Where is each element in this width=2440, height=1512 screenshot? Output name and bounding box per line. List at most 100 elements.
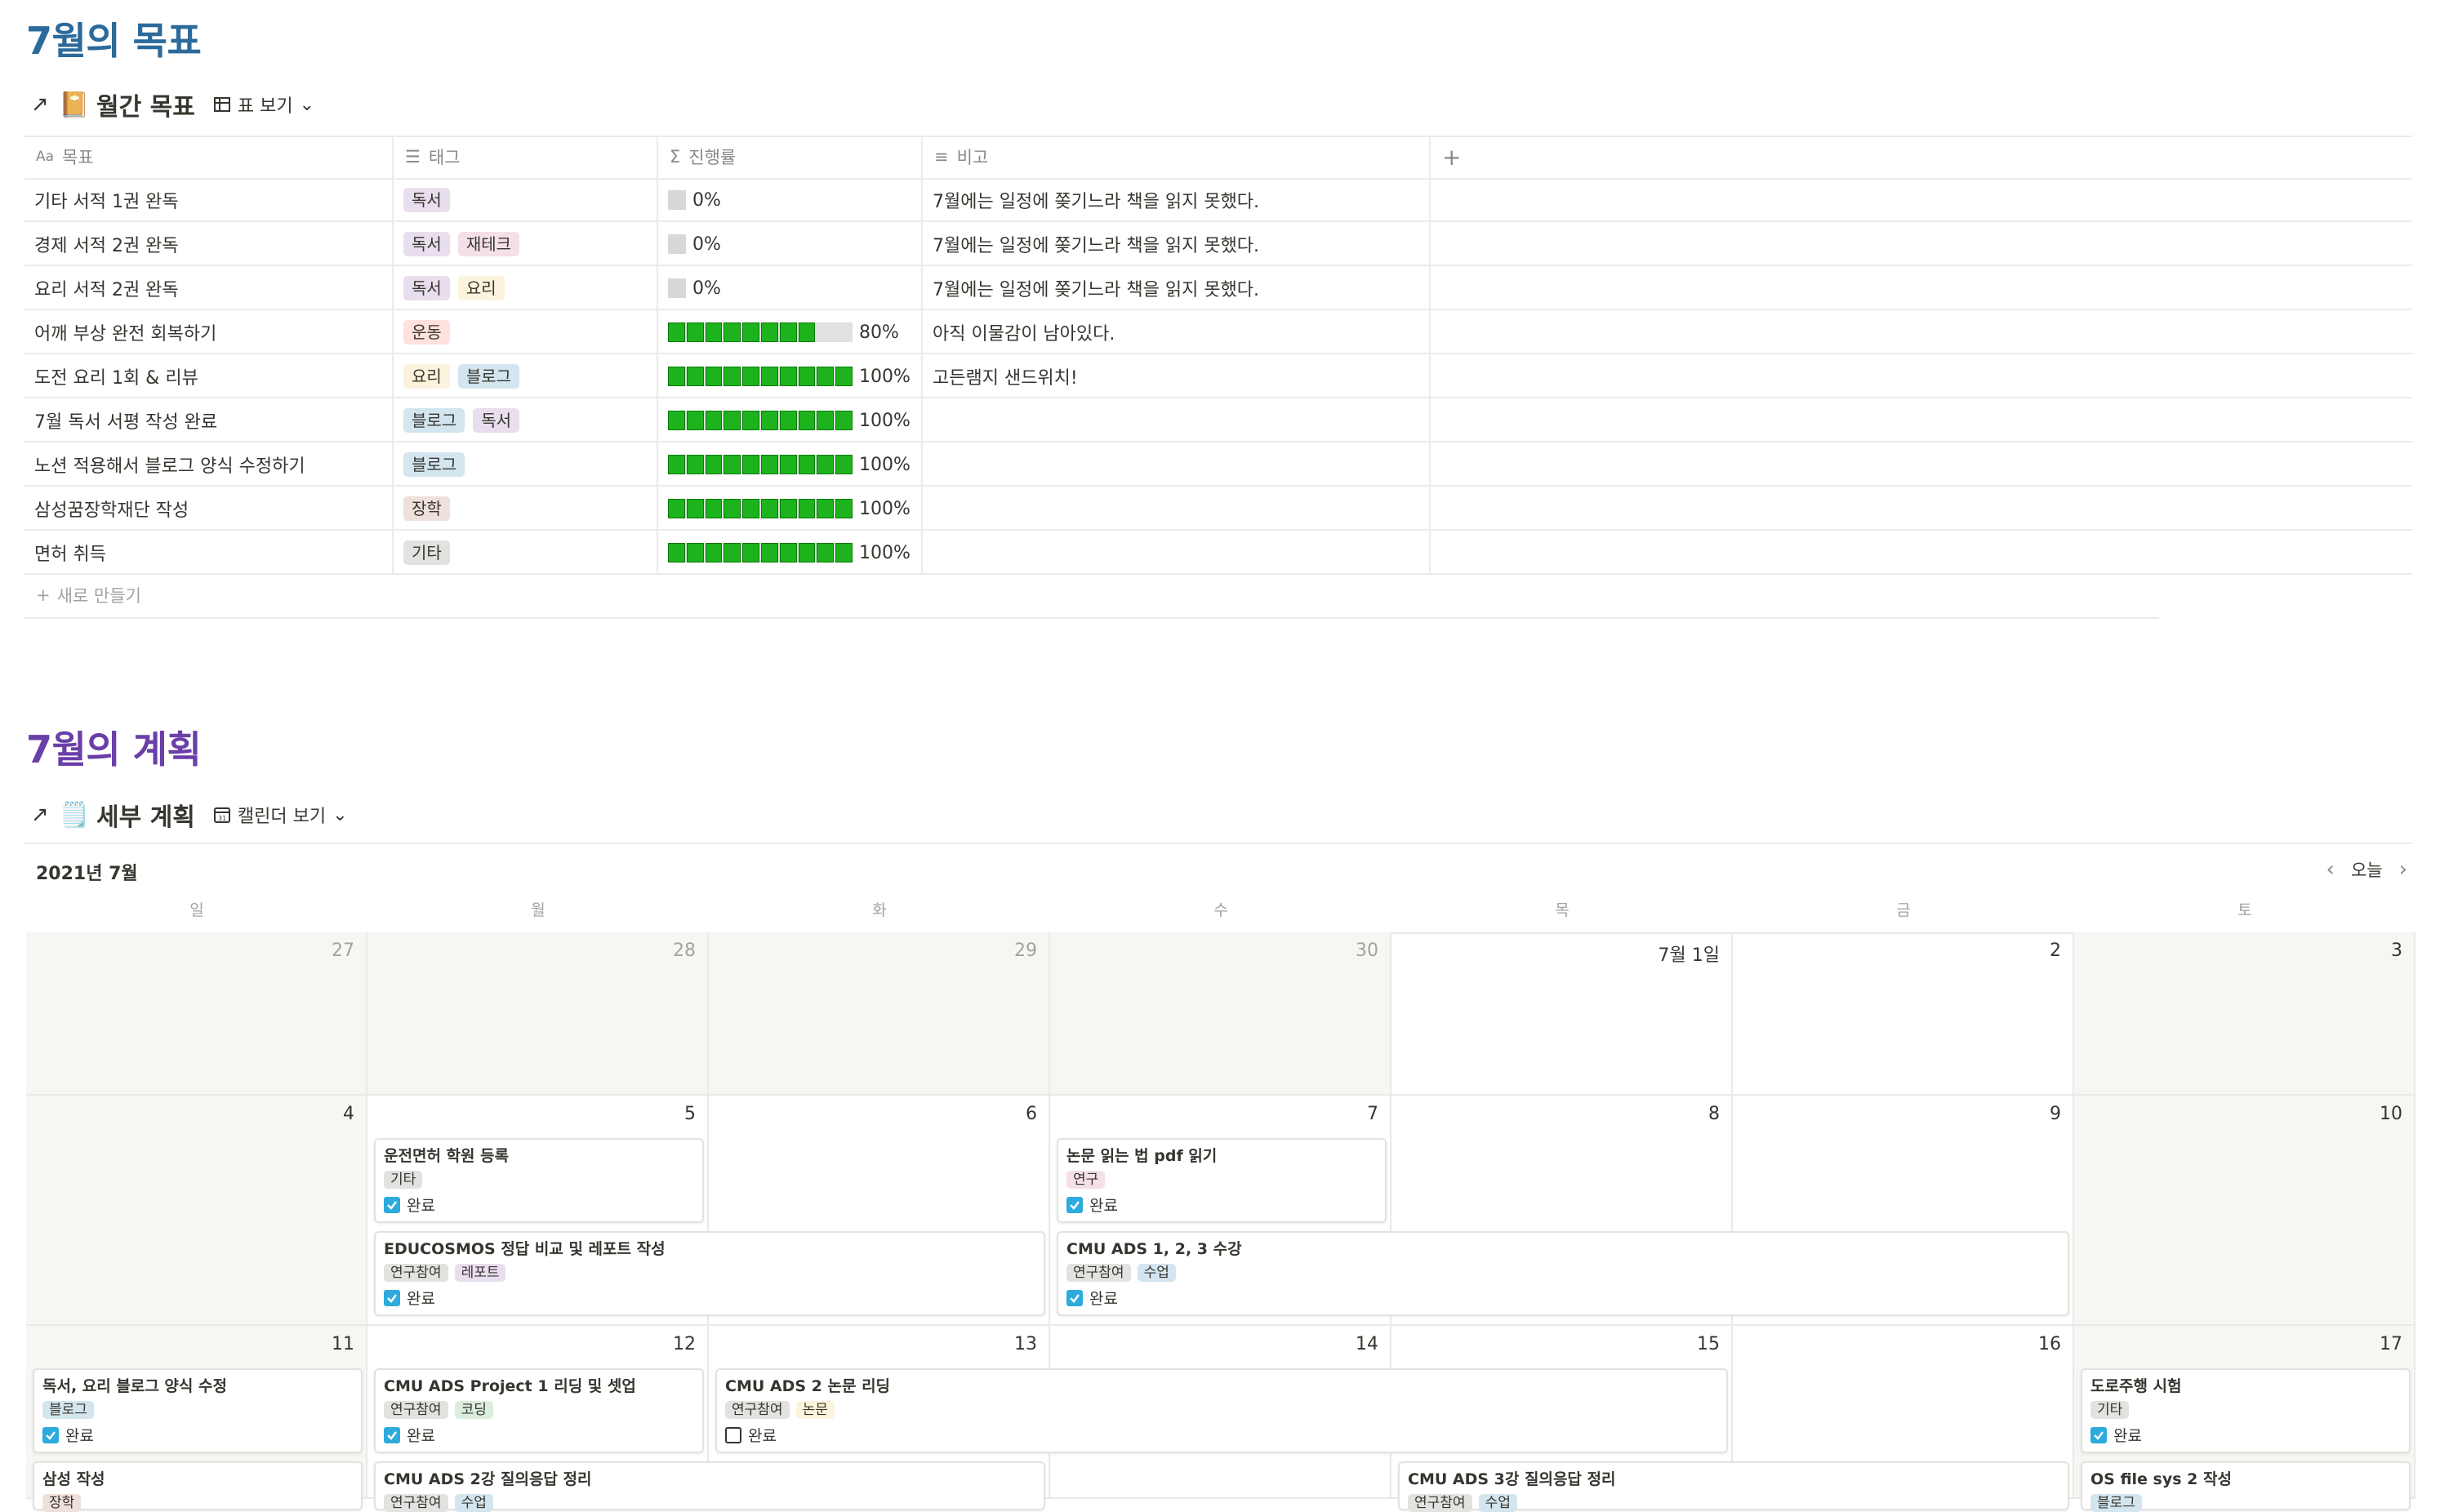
calendar-day-cell[interactable]: 29 [709, 932, 1050, 1096]
calendar-view-button[interactable]: 31 캘린더 보기 ⌄ [213, 802, 348, 828]
calendar-day-cell[interactable]: 10 [2074, 1096, 2416, 1326]
note-cell[interactable] [923, 398, 1429, 442]
tags-cell[interactable]: 독서 재테크 [394, 222, 657, 266]
column-header-progress[interactable]: Σ 진행률 [658, 136, 923, 178]
goal-cell[interactable]: 요리 서적 2권 완독 [24, 266, 392, 310]
calendar-event-card[interactable]: 논문 읽는 법 pdf 읽기 연구 완료 [1057, 1138, 1387, 1223]
weekday-label: 일 [189, 901, 204, 919]
checked-checkbox-icon[interactable] [1066, 1196, 1083, 1213]
note-cell[interactable] [923, 442, 1429, 487]
note-cell[interactable] [923, 531, 1429, 575]
done-checkbox-row[interactable]: 완료 [384, 1424, 694, 1446]
folder-icon: 📔 [59, 90, 90, 119]
done-checkbox-row[interactable]: 완료 [384, 1194, 694, 1216]
calendar-day-cell[interactable]: 7월 1일 [1391, 932, 1733, 1096]
today-button[interactable]: 오늘 [2351, 857, 2383, 882]
checked-checkbox-icon[interactable] [384, 1196, 400, 1213]
done-checkbox-row[interactable]: 완료 [725, 1424, 1718, 1446]
calendar-day-cell[interactable]: 3 [2074, 932, 2416, 1096]
tags-cell[interactable]: 독서 요리 [394, 266, 657, 310]
calendar-day-cell[interactable]: 30 [1050, 932, 1391, 1096]
calendar-event-card[interactable]: CMU ADS 3강 질의응답 정리 연구참여 수업 [1398, 1461, 2069, 1512]
checked-checkbox-icon[interactable] [1066, 1289, 1083, 1306]
progress-bar [668, 367, 853, 386]
calendar-event-card[interactable]: 도로주행 시험 기타 완료 [2081, 1368, 2411, 1453]
goal-cell[interactable]: 노션 적용해서 블로그 양식 수정하기 [24, 442, 392, 487]
chevron-left-icon[interactable]: ‹ [2326, 857, 2335, 882]
calendar-day-cell[interactable]: 2 [1733, 932, 2074, 1096]
tag-chip: 기타 [403, 540, 450, 565]
note-cell[interactable]: 7월에는 일정에 쫒기느라 책을 읽지 못했다. [923, 266, 1429, 310]
chevron-right-icon[interactable]: › [2399, 857, 2407, 882]
done-checkbox-row[interactable]: 완료 [1066, 1194, 1377, 1216]
checked-checkbox-icon[interactable] [42, 1426, 59, 1443]
progress-label: 100% [859, 498, 911, 519]
note-cell[interactable]: 고든램지 샌드위치! [923, 354, 1429, 398]
calendar-day-cell[interactable]: 4 [26, 1096, 367, 1326]
link-arrow-icon[interactable]: ↗ [31, 92, 59, 117]
calendar-event-card[interactable]: 삼성 작성 장학 [33, 1461, 363, 1512]
tags-cell[interactable]: 장학 [394, 487, 657, 531]
tags-cell[interactable]: 독서 [394, 178, 657, 222]
weekday-label: 금 [1896, 901, 1911, 919]
done-checkbox-row[interactable]: 완료 [384, 1287, 1035, 1309]
tags-cell[interactable]: 기타 [394, 531, 657, 575]
column-header-goal[interactable]: Aa 목표 [24, 136, 394, 178]
checked-checkbox-icon[interactable] [384, 1426, 400, 1443]
calendar-event-card[interactable]: 운전면허 학원 등록 기타 완료 [374, 1138, 704, 1223]
table-view-button[interactable]: 표 보기 ⌄ [213, 91, 314, 118]
calendar-event-card[interactable]: 독서, 요리 블로그 양식 수정 블로그 완료 [33, 1368, 363, 1453]
table-row[interactable]: 요리 서적 2권 완독 독서 요리 0% 7월에는 일정에 쫒기느라 책을 읽지 못했다… [24, 266, 2412, 310]
goal-cell[interactable]: 도전 요리 1회 & 리뷰 [24, 354, 392, 398]
done-checkbox-row[interactable]: 완료 [2090, 1424, 2401, 1446]
calendar-event-card[interactable]: CMU ADS 2 논문 리딩 연구참여 논문 완료 [715, 1368, 1728, 1453]
checked-checkbox-icon[interactable] [2090, 1426, 2107, 1443]
column-header-note[interactable]: ≡ 비고 [923, 136, 1431, 178]
calendar-event-card[interactable]: CMU ADS 1, 2, 3 수강 연구참여 수업 완료 [1057, 1231, 2069, 1316]
table-row[interactable]: 삼성꿈장학재단 작성 장학 100% [24, 487, 2412, 531]
calendar-event-card[interactable]: OS file sys 2 작성 블로그 [2081, 1461, 2411, 1512]
note-cell[interactable] [923, 487, 1429, 531]
note-cell[interactable]: 아직 이물감이 남아있다. [923, 310, 1429, 354]
calendar-event-card[interactable]: CMU ADS Project 1 리딩 및 셋업 연구참여 코딩 완료 [374, 1368, 704, 1453]
calendar-day-cell[interactable]: 28 [367, 932, 709, 1096]
goal-cell[interactable]: 면허 취득 [24, 531, 392, 575]
calendar-view-label: 캘린더 보기 [237, 807, 327, 827]
tags-cell[interactable]: 블로그 독서 [394, 398, 657, 442]
tags-cell[interactable]: 운동 [394, 310, 657, 354]
add-column-button[interactable]: + [1431, 136, 1480, 178]
tags-cell[interactable]: 요리 블로그 [394, 354, 657, 398]
done-checkbox-row[interactable]: 완료 [1066, 1287, 2059, 1309]
goal-cell[interactable]: 경제 서적 2권 완독 [24, 222, 392, 266]
page-title-goals: 7월의 목표 [26, 19, 202, 63]
note-cell[interactable]: 7월에는 일정에 쫒기느라 책을 읽지 못했다. [923, 178, 1429, 222]
day-number: 6 [1026, 1104, 1037, 1124]
link-arrow-icon[interactable]: ↗ [31, 803, 59, 827]
table-row[interactable]: 어깨 부상 완전 회복하기 운동 80% 아직 이물감이 남아있다. [24, 310, 2412, 354]
done-checkbox-row[interactable]: 완료 [42, 1424, 353, 1446]
new-row-button[interactable]: + 새로 만들기 [36, 583, 141, 607]
goal-cell[interactable]: 삼성꿈장학재단 작성 [24, 487, 392, 531]
goal-cell[interactable]: 기타 서적 1권 완독 [24, 178, 392, 222]
table-icon [213, 97, 230, 112]
goal-cell[interactable]: 7월 독서 서평 작성 완료 [24, 398, 392, 442]
table-row[interactable]: 노션 적용해서 블로그 양식 수정하기 블로그 100% [24, 442, 2412, 487]
goal-cell[interactable]: 어깨 부상 완전 회복하기 [24, 310, 392, 354]
table-row[interactable]: 7월 독서 서평 작성 완료 블로그 독서 100% [24, 398, 2412, 442]
table-row[interactable]: 도전 요리 1회 & 리뷰 요리 블로그 100% 고든램지 샌드위치! [24, 354, 2412, 398]
note-cell[interactable]: 7월에는 일정에 쫒기느라 책을 읽지 못했다. [923, 222, 1429, 266]
plans-db-title[interactable]: 세부 계획 [96, 797, 195, 833]
goals-db-title[interactable]: 월간 목표 [96, 87, 195, 122]
table-row[interactable]: 경제 서적 2권 완독 독서 재테크 0% 7월에는 일정에 쫒기느라 책을 읽지 못했… [24, 222, 2412, 266]
calendar-event-card[interactable]: EDUCOSMOS 정답 비교 및 레포트 작성 연구참여 레포트 완료 [374, 1231, 1045, 1316]
calendar-day-cell[interactable]: 27 [26, 932, 367, 1096]
table-row[interactable]: 기타 서적 1권 완독 독서 0% 7월에는 일정에 쫒기느라 책을 읽지 못했다. [24, 178, 2412, 222]
calendar-event-card[interactable]: CMU ADS 2강 질의응답 정리 연구참여 수업 [374, 1461, 1045, 1512]
checked-checkbox-icon[interactable] [384, 1289, 400, 1306]
column-header-tags[interactable]: ☰ 태그 [394, 136, 658, 178]
event-tags: 연구참여 수업 [384, 1494, 1035, 1512]
progress-cell: 0% [658, 222, 921, 266]
tags-cell[interactable]: 블로그 [394, 442, 657, 487]
table-row[interactable]: 면허 취득 기타 100% [24, 531, 2412, 575]
unchecked-checkbox-icon[interactable] [725, 1426, 741, 1443]
